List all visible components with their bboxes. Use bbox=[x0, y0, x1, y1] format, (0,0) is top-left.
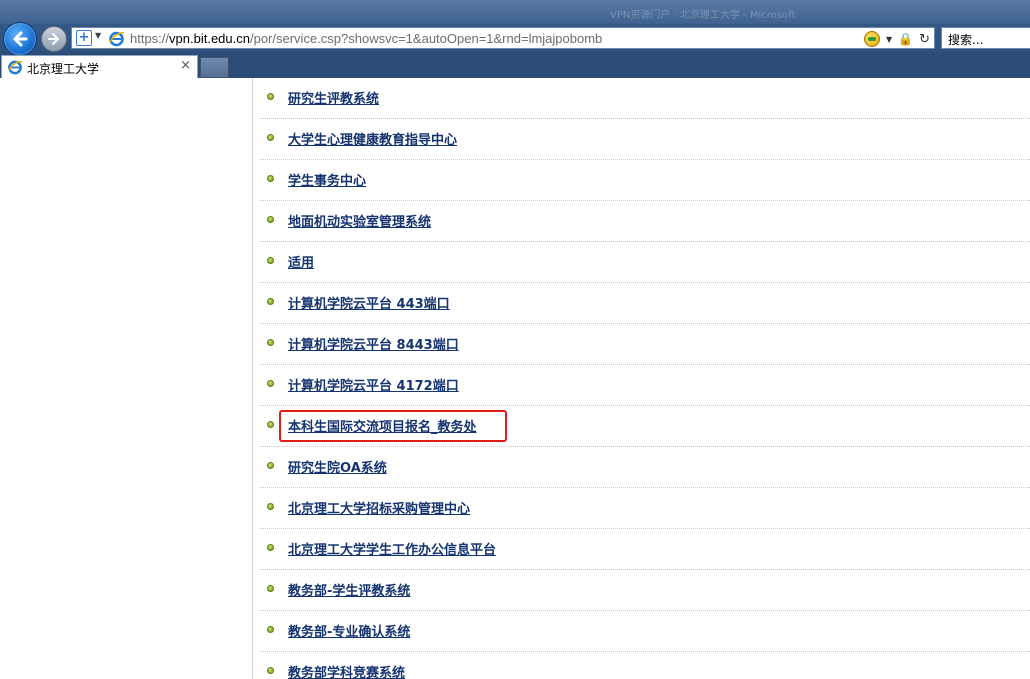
forward-button[interactable] bbox=[41, 26, 67, 52]
lock-icon[interactable]: 🔒 bbox=[898, 32, 913, 46]
bullet-icon bbox=[267, 175, 274, 182]
url-scheme: https:// bbox=[130, 31, 170, 46]
bullet-icon bbox=[267, 93, 274, 100]
service-link[interactable]: 教务部-学生评教系统 bbox=[288, 580, 410, 599]
service-link[interactable]: 北京理工大学招标采购管理中心 bbox=[288, 498, 470, 517]
list-item: 适用 bbox=[259, 242, 1030, 283]
compatibility-icon[interactable] bbox=[863, 31, 880, 47]
browser-chrome: VPN资源门户 · 北京理工大学 - Microsoft + ▼ https:/… bbox=[0, 0, 1030, 78]
list-item: 北京理工大学招标采购管理中心 bbox=[259, 488, 1030, 529]
bullet-icon bbox=[267, 134, 274, 141]
search-placeholder: 搜索... bbox=[948, 33, 984, 47]
bullet-icon bbox=[267, 216, 274, 223]
service-link[interactable]: 计算机学院云平台 4172端口 bbox=[288, 375, 459, 394]
list-item: 学生事务中心 bbox=[259, 160, 1030, 201]
tab-title: 北京理工大学 bbox=[27, 62, 100, 76]
left-panel bbox=[0, 78, 253, 679]
url-path: /por/service.csp?showsvc=1&autoOpen=1&rn… bbox=[249, 31, 603, 46]
tab-active[interactable]: 北京理工大学 × bbox=[1, 55, 198, 78]
search-input[interactable]: 搜索... bbox=[941, 27, 1030, 49]
bullet-icon bbox=[267, 667, 274, 674]
arrow-right-icon bbox=[48, 33, 59, 45]
refresh-icon[interactable]: ↻ bbox=[919, 32, 930, 47]
ie-logo-icon bbox=[109, 31, 125, 47]
address-actions: ▼ 🔒 ↻ bbox=[863, 30, 930, 48]
title-bar: VPN资源门户 · 北京理工大学 - Microsoft bbox=[0, 0, 1030, 24]
bullet-icon bbox=[267, 544, 274, 551]
service-link[interactable]: 适用 bbox=[288, 252, 314, 271]
security-shield-icon[interactable]: + bbox=[76, 30, 92, 46]
service-link[interactable]: 北京理工大学学生工作办公信息平台 bbox=[288, 539, 496, 558]
service-link[interactable]: 地面机动实验室管理系统 bbox=[288, 211, 431, 230]
service-link[interactable]: 计算机学院云平台 443端口 bbox=[288, 293, 450, 312]
chevron-down-icon[interactable]: ▼ bbox=[95, 31, 101, 40]
new-tab-button[interactable] bbox=[200, 57, 229, 78]
bullet-icon bbox=[267, 380, 274, 387]
service-list: 研究生评教系统 大学生心理健康教育指导中心 学生事务中心 地面机动实验室管理系统… bbox=[259, 78, 1030, 679]
bullet-icon bbox=[267, 421, 274, 428]
ie-logo-icon bbox=[8, 60, 23, 75]
service-link[interactable]: 研究生评教系统 bbox=[288, 88, 379, 107]
bullet-icon bbox=[267, 339, 274, 346]
service-link[interactable]: 教务部学科竞赛系统 bbox=[288, 662, 405, 679]
address-bar[interactable]: + ▼ https://vpn.bit.edu.cn/por/service.c… bbox=[71, 27, 935, 49]
service-link[interactable]: 教务部-专业确认系统 bbox=[288, 621, 410, 640]
close-icon[interactable]: × bbox=[180, 58, 191, 73]
list-item: 北京理工大学学生工作办公信息平台 bbox=[259, 529, 1030, 570]
list-item: 计算机学院云平台 443端口 bbox=[259, 283, 1030, 324]
back-button[interactable] bbox=[3, 22, 37, 56]
list-item: 教务部-专业确认系统 bbox=[259, 611, 1030, 652]
list-item: 教务部-学生评教系统 bbox=[259, 570, 1030, 611]
bullet-icon bbox=[267, 462, 274, 469]
list-item: 教务部学科竞赛系统 bbox=[259, 652, 1030, 679]
service-link[interactable]: 大学生心理健康教育指导中心 bbox=[288, 129, 457, 148]
list-item: 研究生院OA系统 bbox=[259, 447, 1030, 488]
window-title: VPN资源门户 · 北京理工大学 - Microsoft bbox=[610, 10, 796, 21]
list-item: 本科生国际交流项目报名_教务处 bbox=[259, 406, 1030, 447]
page-content: 研究生评教系统 大学生心理健康教育指导中心 学生事务中心 地面机动实验室管理系统… bbox=[0, 78, 1030, 679]
bullet-icon bbox=[267, 626, 274, 633]
service-link-highlighted[interactable]: 本科生国际交流项目报名_教务处 bbox=[288, 416, 477, 435]
arrow-left-icon bbox=[13, 31, 28, 47]
chevron-down-icon[interactable]: ▼ bbox=[886, 35, 892, 44]
bullet-icon bbox=[267, 298, 274, 305]
service-link[interactable]: 研究生院OA系统 bbox=[288, 457, 387, 476]
bullet-icon bbox=[267, 503, 274, 510]
bullet-icon bbox=[267, 257, 274, 264]
bullet-icon bbox=[267, 585, 274, 592]
list-item: 计算机学院云平台 8443端口 bbox=[259, 324, 1030, 365]
list-item: 计算机学院云平台 4172端口 bbox=[259, 365, 1030, 406]
service-link[interactable]: 计算机学院云平台 8443端口 bbox=[288, 334, 459, 353]
list-item: 大学生心理健康教育指导中心 bbox=[259, 119, 1030, 160]
list-item: 研究生评教系统 bbox=[259, 78, 1030, 119]
tab-strip: 北京理工大学 × bbox=[0, 54, 1030, 78]
url-host: vpn.bit.edu.cn bbox=[169, 31, 250, 46]
list-item: 地面机动实验室管理系统 bbox=[259, 201, 1030, 242]
service-link[interactable]: 学生事务中心 bbox=[288, 170, 366, 189]
url-text[interactable]: https://vpn.bit.edu.cn/por/service.csp?s… bbox=[130, 31, 602, 46]
